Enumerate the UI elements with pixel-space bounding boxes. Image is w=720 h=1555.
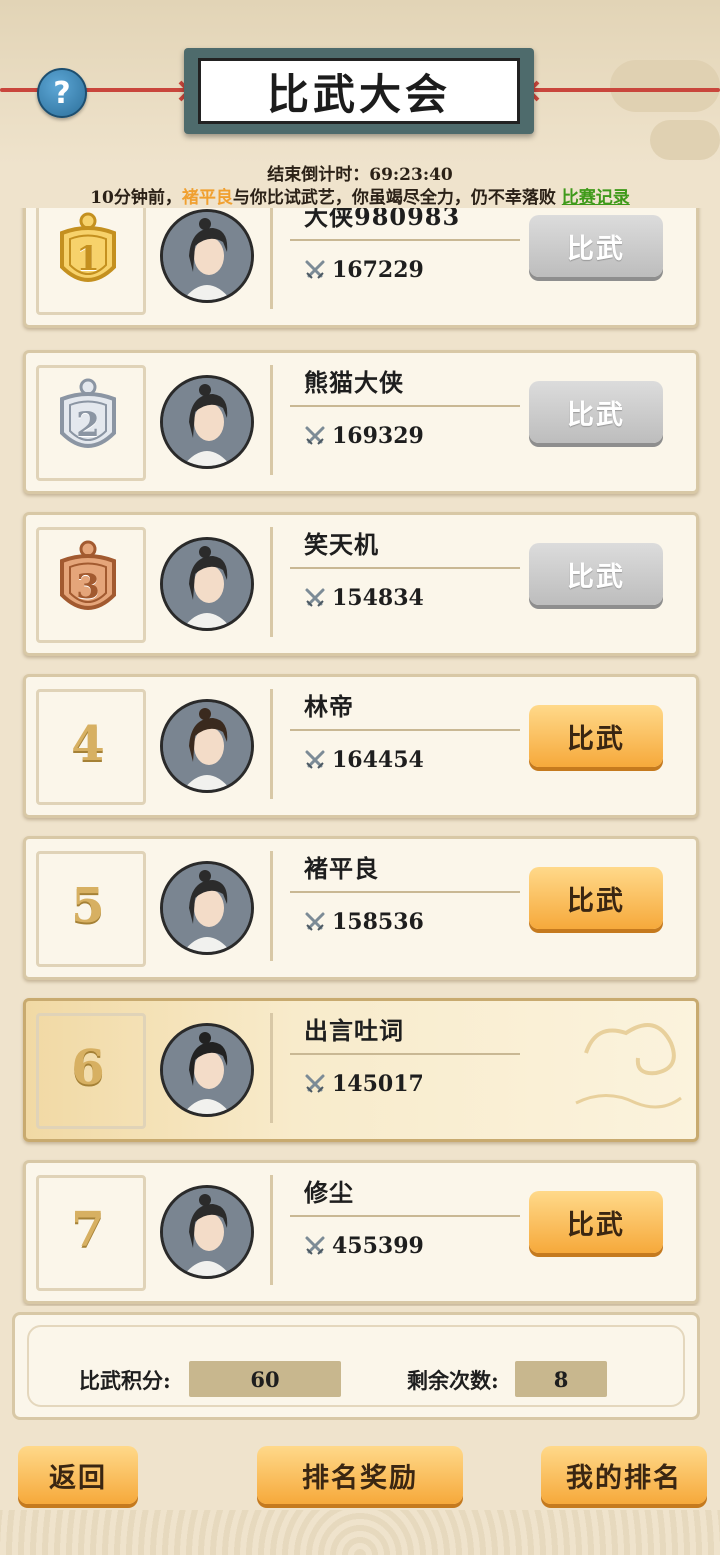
divider <box>290 239 520 241</box>
player-avatar[interactable] <box>160 1185 254 1279</box>
player-name: 修尘 <box>304 1178 354 1207</box>
combat-power: 164454 <box>304 747 424 773</box>
challenge-button[interactable]: 比武 <box>529 381 663 443</box>
divider <box>290 405 520 407</box>
battle-record-link[interactable]: 比赛记录 <box>562 188 630 208</box>
combat-power: 169329 <box>304 423 424 449</box>
player-name: 出言吐词 <box>304 1016 404 1045</box>
help-icon: ? <box>53 75 71 111</box>
player-card: 6 出言吐词 145017 <box>23 998 699 1142</box>
rank-number: 1 <box>76 239 100 279</box>
player-card: 4 林帝 164454 比武 <box>23 674 699 818</box>
player-card: 7 修尘 455399 比武 <box>23 1160 699 1304</box>
player-card: 2 熊猫大侠 169329 比武 <box>23 350 699 494</box>
countdown-timer: 结束倒计时：69:23:40 <box>267 165 453 185</box>
combat-power-value: 154834 <box>332 585 424 611</box>
crossed-swords-icon <box>305 260 325 279</box>
combat-power: 145017 <box>304 1071 424 1097</box>
cloud-decoration <box>650 120 720 160</box>
combat-power: 167229 <box>304 257 424 283</box>
combat-power-value: 158536 <box>332 909 424 935</box>
help-button[interactable]: ? <box>37 68 87 118</box>
crossed-swords-icon <box>305 750 325 769</box>
divider <box>290 1215 520 1217</box>
challenge-button[interactable]: 比武 <box>529 1191 663 1253</box>
combat-power-value: 455399 <box>332 1233 424 1259</box>
rank-number: 2 <box>76 405 100 445</box>
wave-decoration <box>0 1510 720 1555</box>
combat-power-value: 167229 <box>332 257 424 283</box>
challenge-button[interactable]: 比武 <box>529 215 663 277</box>
remaining-value: 8 <box>515 1361 607 1397</box>
combat-power: 455399 <box>304 1233 424 1259</box>
player-avatar[interactable] <box>160 537 254 631</box>
player-avatar[interactable] <box>160 699 254 793</box>
red-rope-right <box>530 88 720 92</box>
divider <box>290 729 520 731</box>
player-card: 5 褚平良 158536 比武 <box>23 836 699 980</box>
crossed-swords-icon <box>305 1074 325 1093</box>
crossed-swords-icon <box>305 912 325 931</box>
opponent-name[interactable]: 褚平良 <box>182 188 233 208</box>
player-name: 大侠980983 <box>304 208 461 231</box>
crossed-swords-icon <box>305 588 325 607</box>
player-avatar[interactable] <box>160 209 254 303</box>
score-label: 比武积分: <box>79 1368 171 1393</box>
my-rank-button[interactable]: 我的排名 <box>541 1446 707 1504</box>
crossed-swords-icon <box>305 426 325 445</box>
rank-number: 4 <box>71 716 105 772</box>
cloud-decoration <box>610 60 720 112</box>
page-title: 比武大会 <box>266 69 451 119</box>
challenge-button[interactable]: 比武 <box>529 705 663 767</box>
player-name: 褚平良 <box>304 854 379 883</box>
combat-power-value: 169329 <box>332 423 424 449</box>
rank-number: 3 <box>76 567 100 607</box>
divider <box>290 567 520 569</box>
ranking-list[interactable]: 1 大侠980983 167229 比武 2 熊猫大侠 169329 比武 3 笑天机 154834… <box>0 208 720 1306</box>
combat-power: 158536 <box>304 909 424 935</box>
score-value: 60 <box>189 1361 341 1397</box>
player-card: 1 大侠980983 167229 比武 <box>23 208 699 328</box>
rank-number: 7 <box>71 1202 105 1258</box>
remaining-label: 剩余次数: <box>407 1368 499 1393</box>
combat-power-value: 164454 <box>332 747 424 773</box>
cloud-pattern-icon <box>575 1023 682 1109</box>
player-name: 熊猫大侠 <box>304 368 404 397</box>
crossed-swords-icon <box>305 1236 325 1255</box>
combat-power: 154834 <box>304 585 424 611</box>
stats-panel: 比武积分: 60 剩余次数: 8 <box>12 1312 700 1420</box>
player-name: 笑天机 <box>304 530 379 559</box>
red-rope-left <box>0 88 190 92</box>
back-button[interactable]: 返回 <box>18 1446 138 1504</box>
player-avatar[interactable] <box>160 861 254 955</box>
divider <box>290 891 520 893</box>
divider <box>290 1053 520 1055</box>
challenge-button[interactable]: 比武 <box>529 867 663 929</box>
player-card: 3 笑天机 154834 比武 <box>23 512 699 656</box>
rank-number: 6 <box>71 1040 105 1096</box>
challenge-button[interactable]: 比武 <box>529 543 663 605</box>
player-avatar[interactable] <box>160 375 254 469</box>
player-name: 林帝 <box>304 692 354 721</box>
combat-power-value: 145017 <box>332 1071 424 1097</box>
title-frame: 比武大会 <box>184 48 534 134</box>
battle-notice: 10分钟前，褚平良与你比试武艺，你虽竭尽全力，仍不幸落败 比赛记录 <box>90 188 630 208</box>
player-avatar[interactable] <box>160 1023 254 1117</box>
rank-reward-button[interactable]: 排名奖励 <box>257 1446 463 1504</box>
rank-number: 5 <box>71 878 105 934</box>
